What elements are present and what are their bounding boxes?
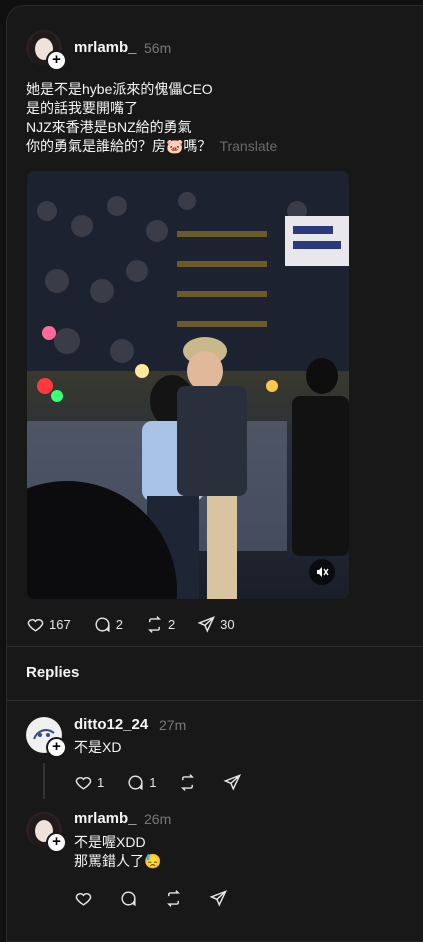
repost-icon — [147, 616, 161, 633]
heart-icon — [75, 777, 92, 790]
post-line: NJZ來香港是BNZ給的勇氣 — [26, 119, 192, 135]
share-count: 30 — [220, 617, 235, 632]
reply-time: 26m — [144, 811, 172, 827]
comment-button[interactable]: 2 — [93, 615, 123, 634]
post-time: 56m — [144, 40, 172, 56]
divider — [7, 700, 423, 701]
like-button[interactable]: 167 — [26, 615, 71, 634]
share-icon — [197, 616, 216, 633]
repost-button[interactable] — [178, 773, 201, 792]
follow-plus-icon[interactable]: + — [46, 832, 67, 853]
avatar[interactable]: + — [26, 30, 67, 71]
reply-line: 那罵錯人了😓 — [74, 853, 162, 869]
reply-text: 不是XD — [74, 739, 122, 755]
follow-plus-icon[interactable]: + — [46, 737, 67, 758]
post-card: + mrlamb_ 56m 她是不是hybe派來的傀儡CEO 是的話我要開嘴了 … — [6, 5, 423, 942]
repost-icon — [181, 774, 195, 791]
post-line-text: 你的勇氣是誰給的？房🐷嗎？ — [26, 138, 212, 154]
post-video[interactable] — [27, 171, 349, 599]
repost-button[interactable]: 2 — [145, 615, 175, 634]
avatar[interactable]: + — [26, 717, 67, 758]
post-line: 她是不是hybe派來的傀儡CEO — [26, 81, 213, 97]
like-count: 1 — [97, 775, 105, 790]
share-button[interactable]: 30 — [197, 615, 235, 634]
repost-count: 2 — [167, 617, 176, 632]
comment-button[interactable]: 1 — [126, 773, 156, 792]
follow-plus-icon[interactable]: + — [46, 50, 67, 71]
comment-icon — [95, 617, 110, 633]
replies-heading: Replies — [26, 664, 80, 681]
translate-link[interactable]: Translate — [219, 138, 277, 154]
like-count: 167 — [49, 617, 71, 632]
reply-line: 不是喔XDD — [74, 834, 146, 850]
mute-icon[interactable] — [309, 559, 335, 585]
divider — [7, 646, 423, 647]
reply-actions: 1 1 — [74, 773, 268, 792]
repost-icon — [167, 890, 180, 907]
heart-icon — [27, 619, 44, 632]
share-icon — [209, 890, 228, 907]
avatar[interactable]: + — [26, 812, 67, 853]
comment-count: 2 — [115, 617, 123, 632]
reply-text: 不是喔XDD 那罵錯人了😓 — [74, 833, 161, 871]
comment-button[interactable] — [119, 889, 142, 908]
reply-username[interactable]: ditto12_24 — [74, 716, 148, 733]
comment-icon — [128, 775, 143, 791]
post-text: 她是不是hybe派來的傀儡CEO 是的話我要開嘴了 NJZ來香港是BNZ給的勇氣… — [26, 80, 277, 156]
thread-line — [43, 763, 45, 799]
heart-icon — [75, 893, 92, 906]
post-username[interactable]: mrlamb_ — [74, 39, 137, 56]
post-line: 是的話我要開嘴了 — [26, 100, 138, 116]
reply-actions — [74, 889, 254, 908]
like-button[interactable]: 1 — [74, 773, 104, 792]
comment-count: 1 — [149, 775, 157, 790]
video-frame — [27, 171, 349, 599]
share-button[interactable] — [223, 773, 246, 792]
post-actions: 167 2 2 30 — [26, 615, 257, 634]
repost-button[interactable] — [164, 889, 187, 908]
post-line: 你的勇氣是誰給的？房🐷嗎？ Translate — [26, 137, 277, 156]
share-icon — [223, 774, 242, 791]
share-button[interactable] — [209, 889, 232, 908]
comment-icon — [121, 891, 136, 907]
reply-username[interactable]: mrlamb_ — [74, 810, 137, 827]
reply-time: 27m — [159, 717, 187, 733]
like-button[interactable] — [74, 889, 97, 908]
